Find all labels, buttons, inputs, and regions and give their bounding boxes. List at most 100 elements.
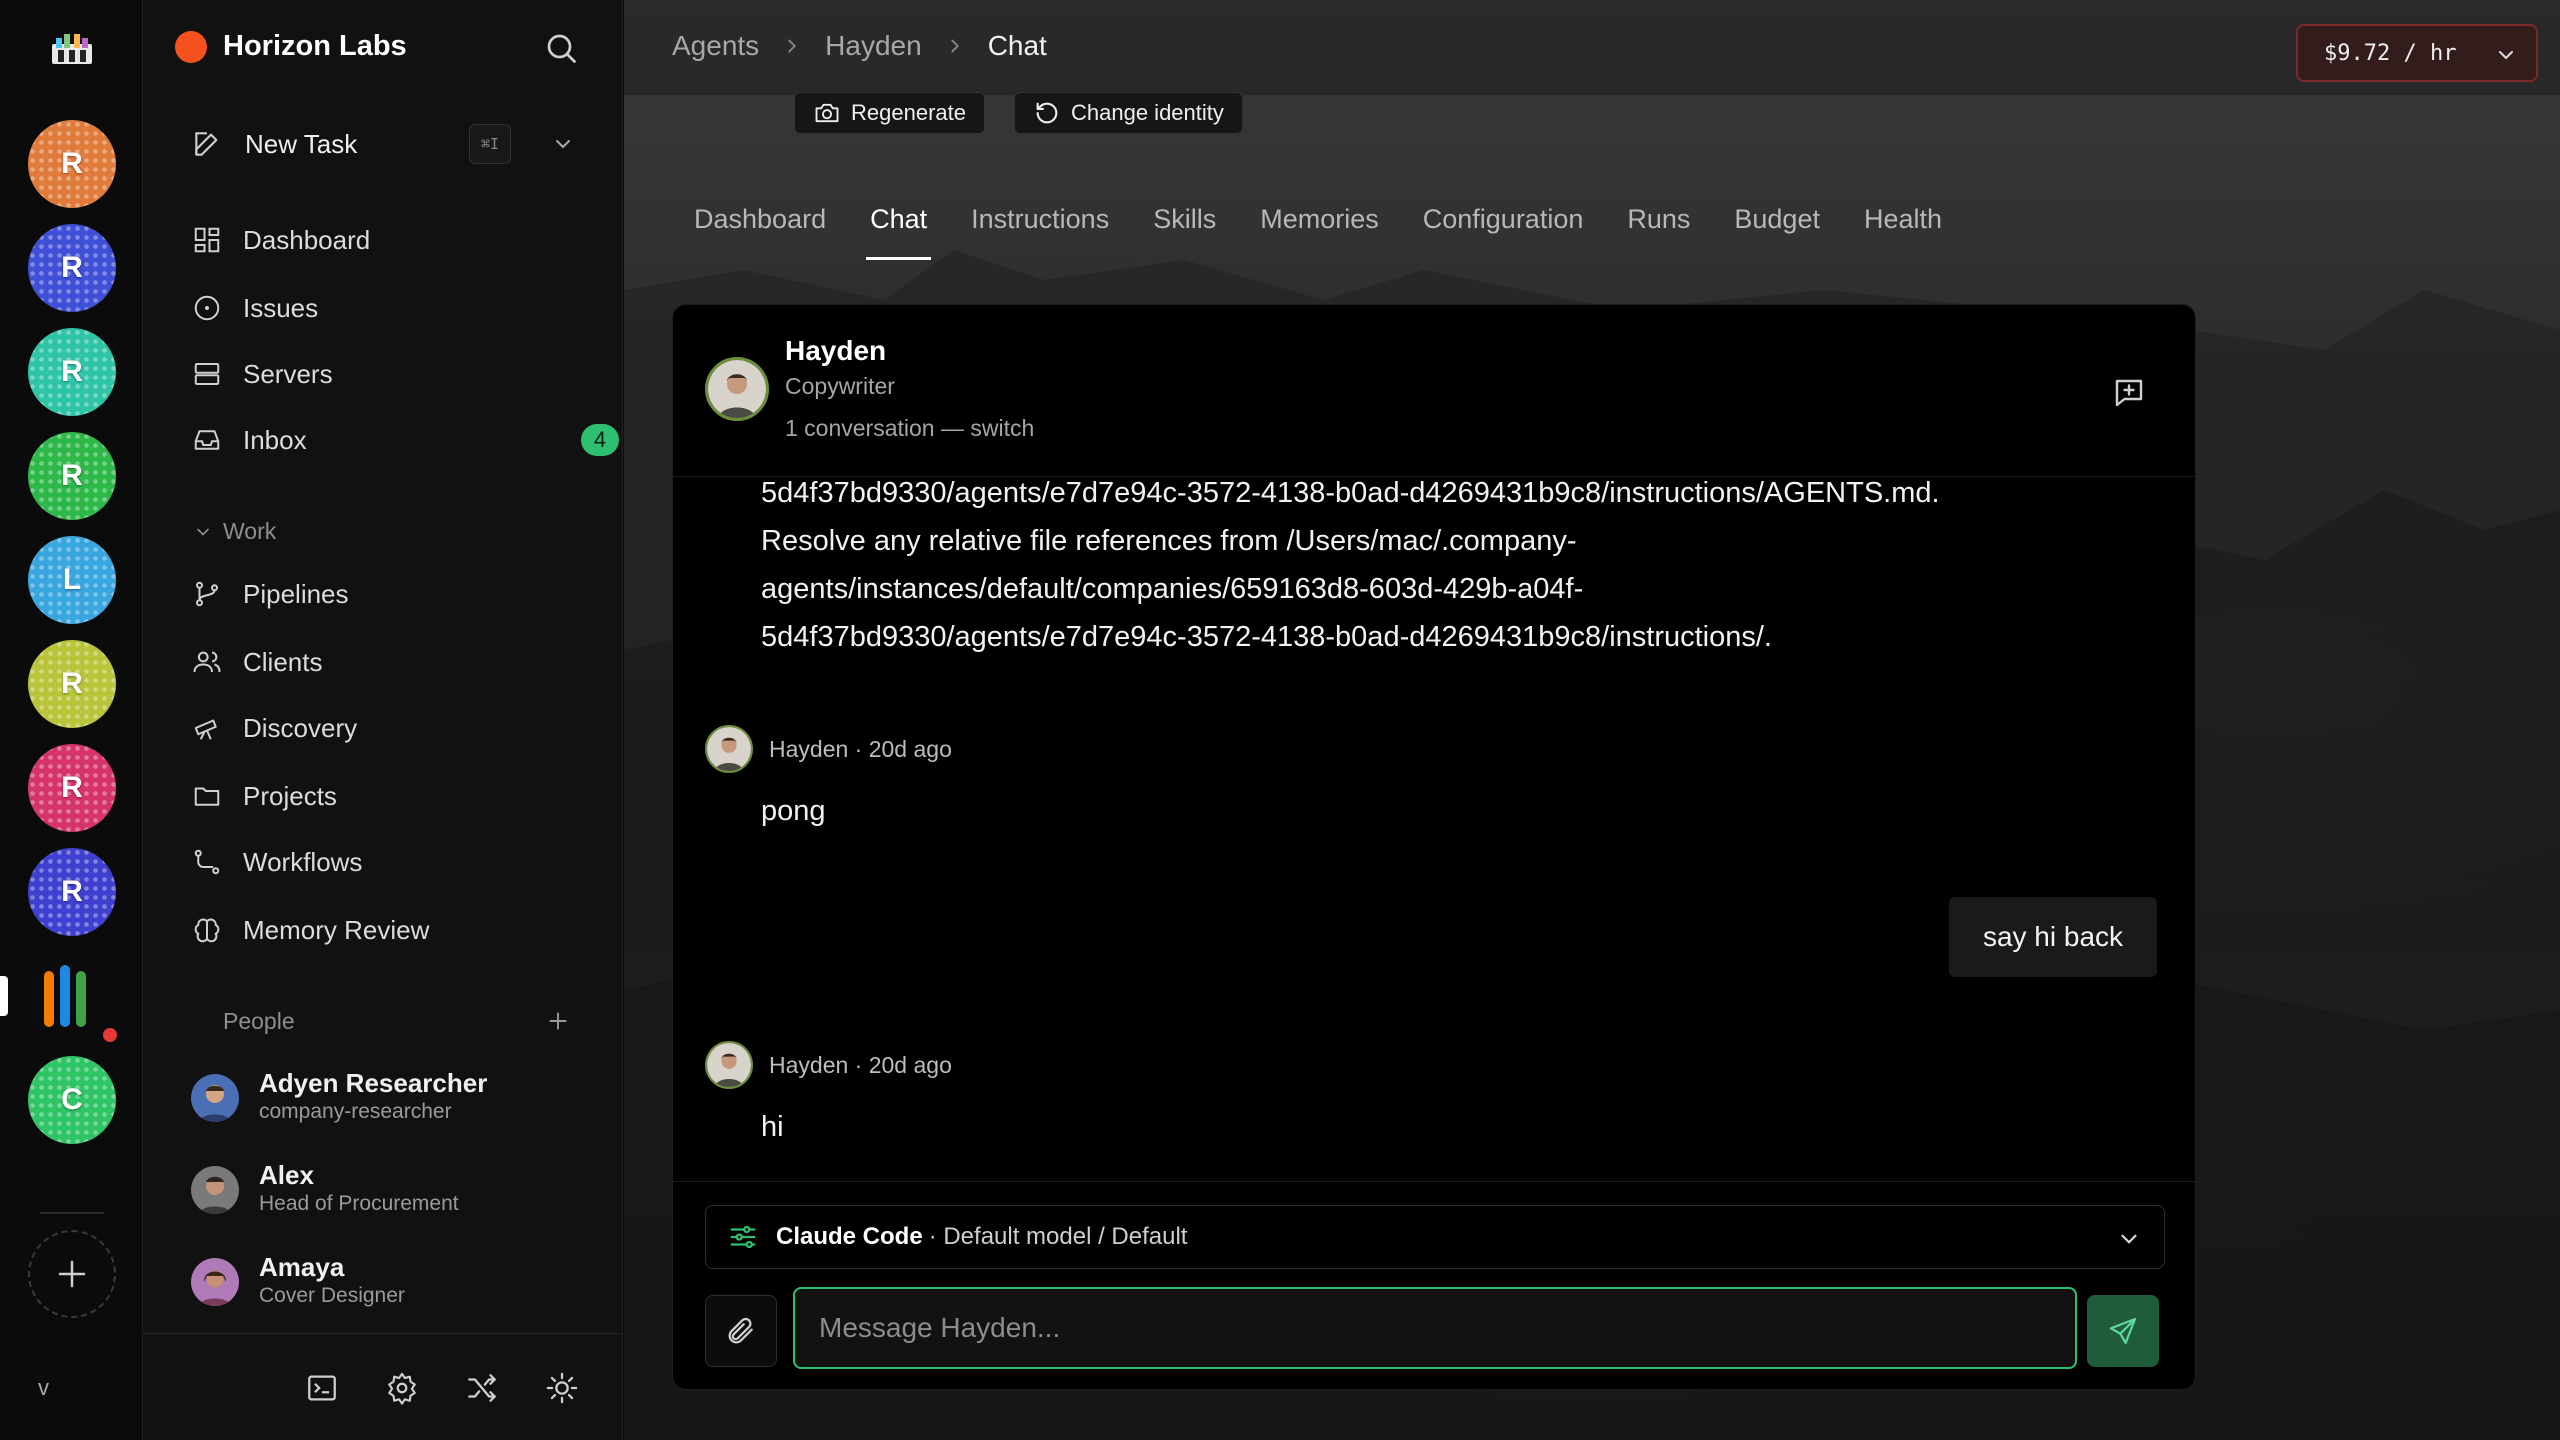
- tab-chat[interactable]: Chat: [848, 196, 949, 260]
- person-name: Adyen Researcher: [259, 1068, 488, 1098]
- inbox-count-badge: 4: [581, 424, 619, 456]
- nav-label: Dashboard: [243, 224, 371, 255]
- nav-projects[interactable]: Projects: [191, 772, 591, 820]
- add-person-button[interactable]: [545, 1008, 571, 1034]
- workspace-letter: L: [62, 563, 82, 596]
- nav-label: Servers: [243, 358, 333, 389]
- terminal-button[interactable]: [305, 1371, 339, 1405]
- clients-icon: [193, 651, 221, 673]
- system-message-line: agents/instances/default/companies/65916…: [761, 573, 1584, 605]
- nav-discovery[interactable]: Discovery: [191, 704, 591, 752]
- workspace-avatar[interactable]: R: [28, 848, 116, 936]
- agent-message: pong: [761, 795, 826, 827]
- change-identity-label: Change identity: [1071, 100, 1224, 125]
- system-message: 5d4f37bd9330/agents/e7d7e94c-3572-4138-b…: [761, 469, 2161, 661]
- person-avatar: [191, 1074, 239, 1122]
- nav-label: Pipelines: [243, 578, 349, 609]
- main-panel: Agents Hayden Chat $9.72 / hr Regenerate…: [624, 0, 2560, 1440]
- workspace-avatar[interactable]: R: [28, 744, 116, 832]
- workspace-letter: R: [61, 459, 83, 492]
- nav-issues[interactable]: Issues: [191, 284, 591, 332]
- nav-label: Workflows: [243, 846, 363, 877]
- workspace-letter: R: [61, 355, 83, 388]
- cost-rate-value: $9.72 / hr: [2324, 40, 2457, 66]
- tab-runs[interactable]: Runs: [1605, 196, 1712, 260]
- workspace-avatar[interactable]: R: [28, 432, 116, 520]
- workspace-avatar[interactable]: R: [28, 640, 116, 728]
- nav-dashboard[interactable]: Dashboard: [191, 216, 591, 264]
- chevron-down-icon[interactable]: [551, 132, 575, 156]
- nav-workflows[interactable]: Workflows: [191, 838, 591, 886]
- tab-instructions[interactable]: Instructions: [949, 196, 1131, 260]
- tab-memories[interactable]: Memories: [1238, 196, 1401, 260]
- nav-label: Discovery: [243, 712, 358, 743]
- people-section-label: People: [223, 1008, 295, 1034]
- message-input[interactable]: [793, 1287, 2077, 1369]
- work-section-toggle[interactable]: Work: [193, 518, 276, 545]
- active-workspace-indicator: [0, 976, 8, 1016]
- nav-servers[interactable]: Servers: [191, 350, 591, 398]
- dashboard-icon: [194, 227, 220, 253]
- breadcrumb-agents[interactable]: Agents: [672, 30, 759, 62]
- sliders-icon: [730, 1225, 756, 1249]
- workspace-avatar[interactable]: R: [28, 328, 116, 416]
- person-avatar: [191, 1166, 239, 1214]
- send-button[interactable]: [2087, 1295, 2159, 1367]
- conversation-switch-link[interactable]: 1 conversation — switch: [785, 415, 1034, 442]
- nav-memory-review[interactable]: Memory Review: [191, 906, 591, 954]
- tab-budget[interactable]: Budget: [1712, 196, 1842, 260]
- tab-dashboard[interactable]: Dashboard: [672, 196, 848, 260]
- regenerate-button[interactable]: Regenerate: [794, 92, 985, 134]
- folder-icon: [194, 787, 220, 806]
- company-switcher[interactable]: Horizon Labs: [175, 30, 407, 63]
- nav-pipelines[interactable]: Pipelines: [191, 570, 591, 618]
- user-message-bubble: say hi back: [1949, 897, 2157, 977]
- person-item[interactable]: Alex Head of Procurement: [191, 1160, 591, 1220]
- tab-skills[interactable]: Skills: [1131, 196, 1238, 260]
- shuffle-button[interactable]: [465, 1371, 499, 1405]
- nav-label: Inbox: [243, 424, 307, 455]
- search-button[interactable]: [543, 30, 579, 66]
- telescope-icon: [194, 719, 217, 740]
- refresh-icon: [1036, 102, 1058, 124]
- nav-label: Memory Review: [243, 914, 430, 945]
- system-message-line: 5d4f37bd9330/agents/e7d7e94c-3572-4138-b…: [761, 621, 1772, 653]
- person-item[interactable]: Amaya Cover Designer: [191, 1252, 591, 1312]
- nav-inbox[interactable]: Inbox 4: [191, 416, 619, 464]
- new-task-button[interactable]: New Task ⌘I: [191, 124, 601, 164]
- tab-health[interactable]: Health: [1842, 196, 1964, 260]
- change-identity-button[interactable]: Change identity: [1014, 92, 1243, 134]
- terminal-icon: [308, 1375, 336, 1401]
- workspace-letter: R: [61, 875, 83, 908]
- top-bar: Agents Hayden Chat $9.72 / hr: [624, 0, 2560, 96]
- section-label: Work: [223, 518, 277, 544]
- agent-role: Copywriter: [785, 373, 895, 399]
- app-logo-icon[interactable]: [50, 30, 94, 66]
- person-item[interactable]: Adyen Researcher company-researcher: [191, 1068, 591, 1128]
- tab-configuration[interactable]: Configuration: [1401, 196, 1606, 260]
- breadcrumb-current: Chat: [987, 30, 1047, 61]
- model-provider: Claude Code: [776, 1223, 923, 1250]
- workspace-avatar[interactable]: L: [28, 536, 116, 624]
- model-selector[interactable]: Claude Code · Default model / Default: [705, 1205, 2165, 1269]
- new-conversation-button[interactable]: [2111, 375, 2147, 411]
- workspace-avatar[interactable]: C: [28, 1056, 116, 1144]
- message-author-time: Hayden · 20d ago: [769, 735, 952, 762]
- workspace-avatar[interactable]: R: [28, 120, 116, 208]
- chevron-right-icon: [788, 39, 797, 53]
- workspace-letter: R: [61, 771, 83, 804]
- workspace-avatar[interactable]: R: [28, 224, 116, 312]
- nav-label: Projects: [243, 780, 337, 811]
- active-workspace-logo[interactable]: [44, 965, 100, 1027]
- cost-rate-dropdown[interactable]: $9.72 / hr: [2296, 24, 2538, 82]
- attach-file-button[interactable]: [705, 1295, 777, 1367]
- nav-clients[interactable]: Clients: [191, 638, 591, 686]
- version-label: v: [38, 1375, 49, 1400]
- person-avatar: [191, 1258, 239, 1306]
- theme-toggle-button[interactable]: [545, 1371, 579, 1405]
- chevron-right-icon: [951, 39, 959, 53]
- agent-message: hi: [761, 1111, 784, 1143]
- settings-button[interactable]: [385, 1371, 419, 1405]
- add-workspace-button[interactable]: [28, 1230, 116, 1318]
- breadcrumb-hayden[interactable]: Hayden: [825, 30, 922, 62]
